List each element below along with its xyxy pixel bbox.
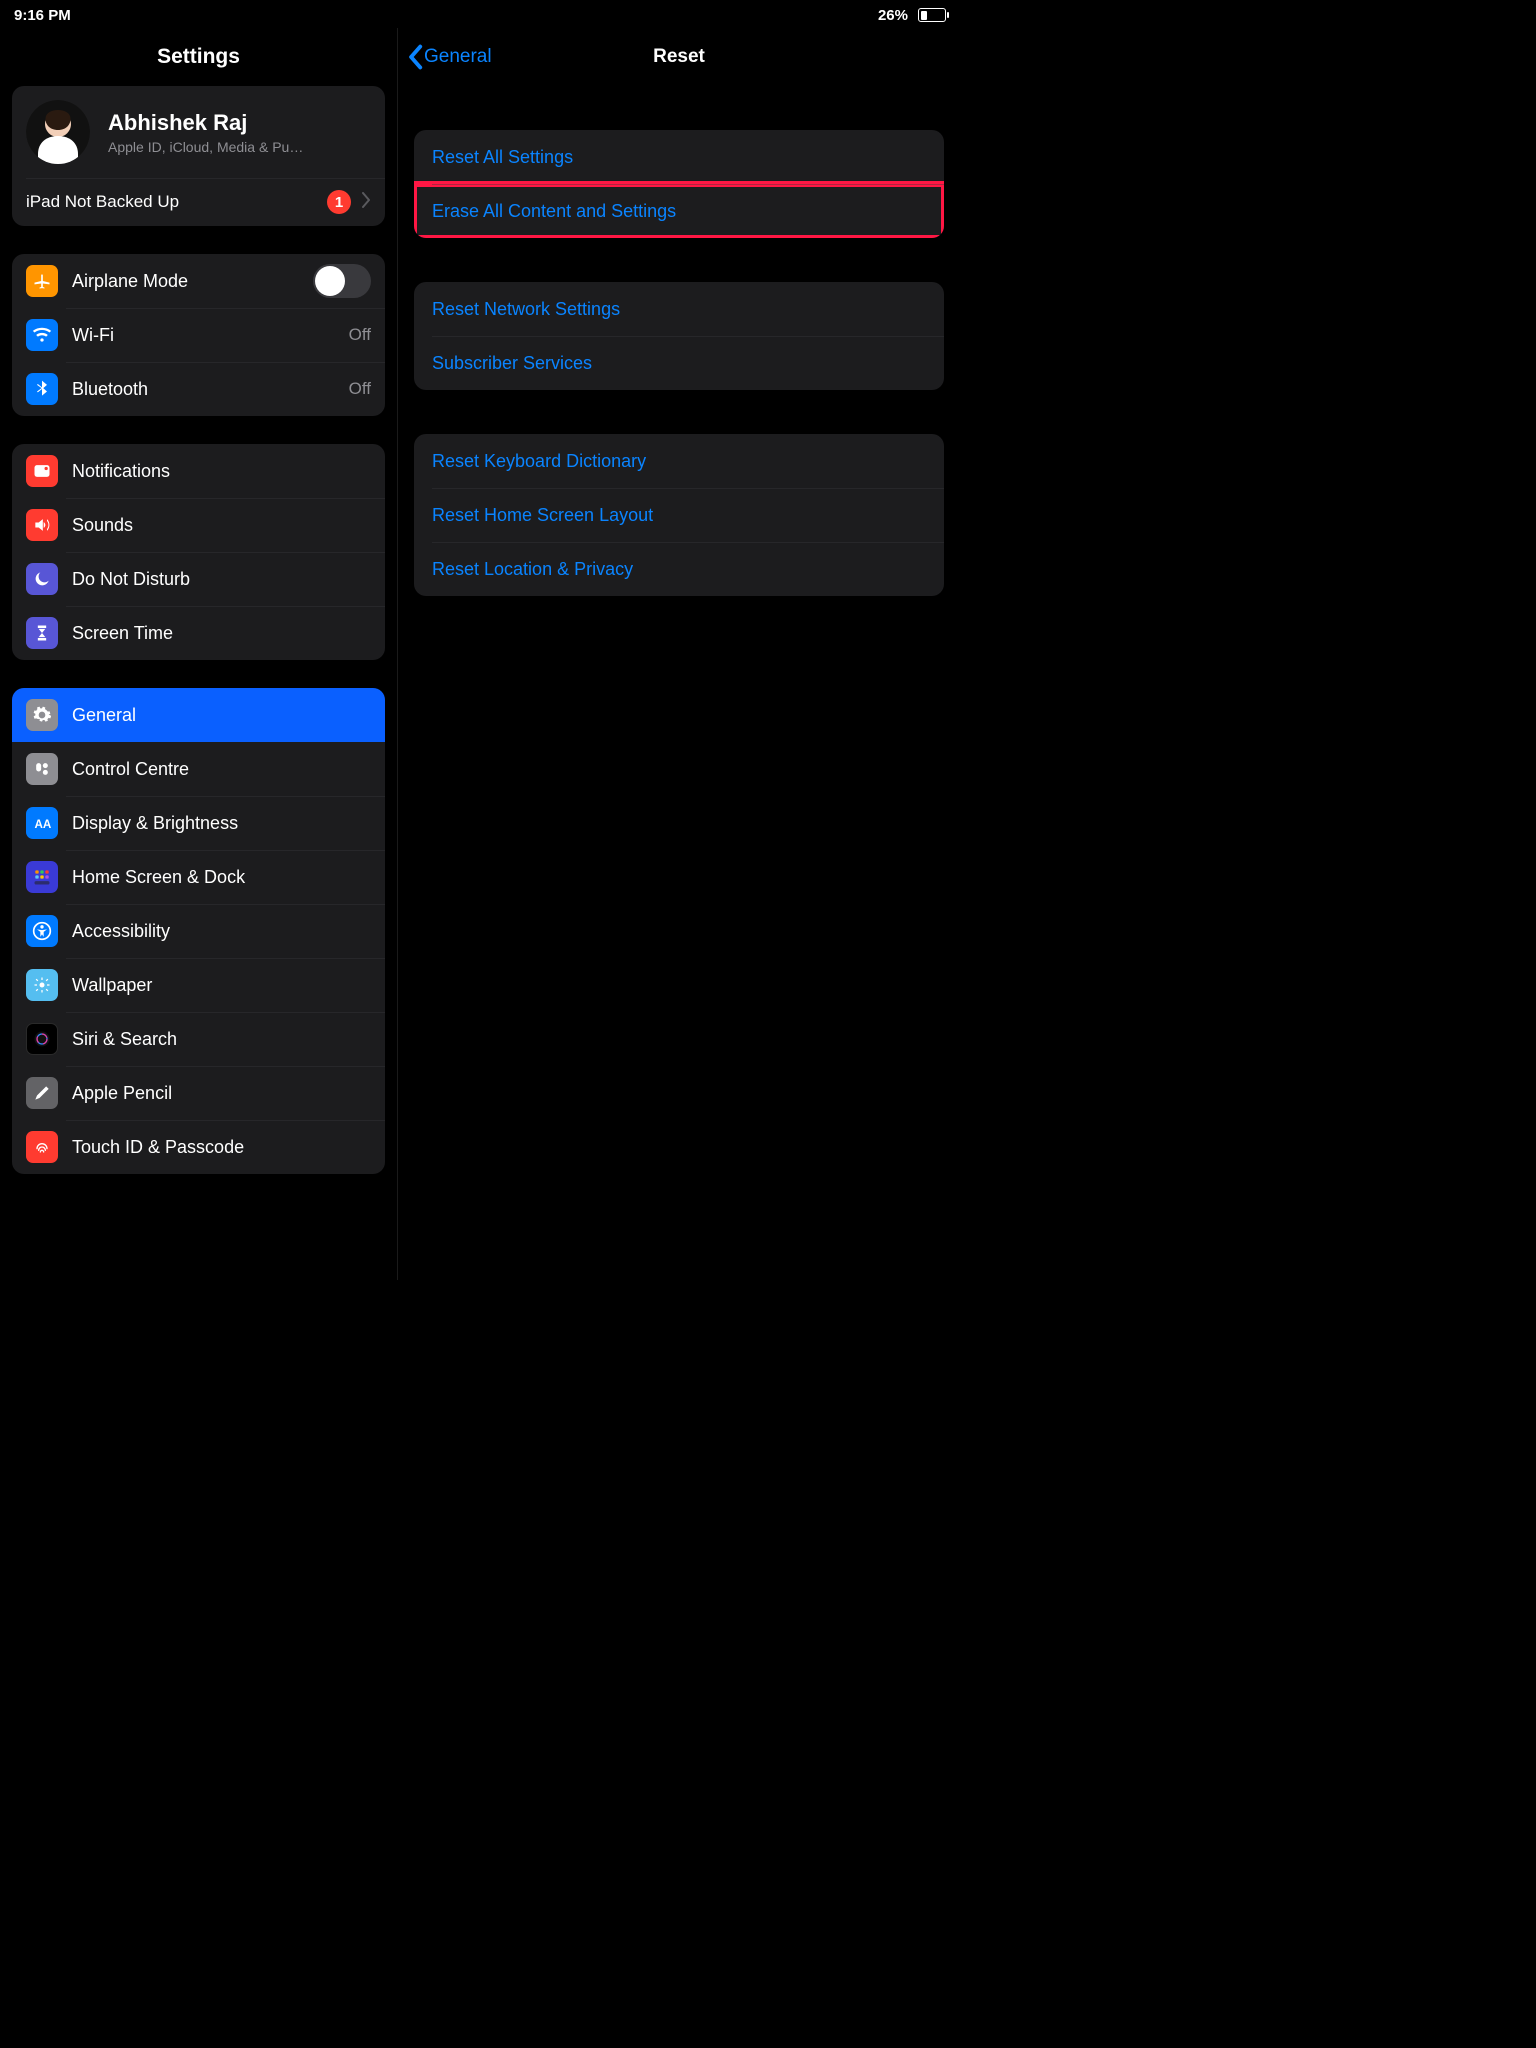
accessibility-icon (26, 915, 58, 947)
svg-text:AA: AA (35, 818, 52, 831)
sidebar-item-control[interactable]: Control Centre (12, 742, 385, 796)
sidebar-item-notifications[interactable]: Notifications (12, 444, 385, 498)
subscriber-label: Subscriber Services (432, 353, 592, 374)
accessibility-label: Accessibility (72, 921, 371, 942)
general-label: General (72, 705, 371, 726)
erase-all-label: Erase All Content and Settings (432, 201, 676, 222)
wallpaper-icon (26, 969, 58, 1001)
reset-keyboard[interactable]: Reset Keyboard Dictionary (414, 434, 944, 488)
appleid-row[interactable]: Abhishek Raj Apple ID, iCloud, Media & P… (12, 86, 385, 178)
sidebar-item-airplane[interactable]: Airplane Mode (12, 254, 385, 308)
sounds-icon (26, 509, 58, 541)
reset-network[interactable]: Reset Network Settings (414, 282, 944, 336)
bluetooth-value: Off (349, 379, 371, 399)
wifi-icon (26, 319, 58, 351)
reset-all-settings[interactable]: Reset All Settings (414, 130, 944, 184)
sidebar-item-accessibility[interactable]: Accessibility (12, 904, 385, 958)
sidebar-item-dnd[interactable]: Do Not Disturb (12, 552, 385, 606)
control-label: Control Centre (72, 759, 371, 780)
notifications-icon (26, 455, 58, 487)
touchid-label: Touch ID & Passcode (72, 1137, 371, 1158)
reset-network-label: Reset Network Settings (432, 299, 620, 320)
chevron-left-icon (406, 44, 424, 70)
display-icon: AA (26, 807, 58, 839)
backup-warning-label: iPad Not Backed Up (26, 192, 327, 212)
screentime-label: Screen Time (72, 623, 371, 644)
sidebar-item-wallpaper[interactable]: Wallpaper (12, 958, 385, 1012)
screentime-icon (26, 617, 58, 649)
detail-title: Reset (653, 46, 705, 68)
dnd-label: Do Not Disturb (72, 569, 371, 590)
airplane-label: Airplane Mode (72, 271, 313, 292)
battery-percent: 26% (878, 7, 908, 24)
gear-icon (26, 699, 58, 731)
touchid-icon (26, 1131, 58, 1163)
sidebar-item-display[interactable]: AA Display & Brightness (12, 796, 385, 850)
sidebar-item-pencil[interactable]: Apple Pencil (12, 1066, 385, 1120)
badge-count: 1 (327, 190, 351, 214)
sidebar-item-home[interactable]: Home Screen & Dock (12, 850, 385, 904)
airplane-toggle[interactable] (313, 264, 371, 298)
reset-location[interactable]: Reset Location & Privacy (414, 542, 944, 596)
detail-pane: General Reset Reset All Settings Erase A… (398, 28, 960, 1280)
back-button[interactable]: General (406, 44, 492, 70)
detail-group-1: Reset All Settings Erase All Content and… (414, 130, 944, 238)
sidebar-title: Settings (0, 28, 397, 86)
wallpaper-label: Wallpaper (72, 975, 371, 996)
avatar (26, 100, 90, 164)
status-bar: 9:16 PM 26% (0, 0, 960, 28)
sidebar-item-sounds[interactable]: Sounds (12, 498, 385, 552)
sidebar-item-touchid[interactable]: Touch ID & Passcode (12, 1120, 385, 1174)
sounds-label: Sounds (72, 515, 371, 536)
sidebar-item-siri[interactable]: Siri & Search (12, 1012, 385, 1066)
backup-warning-row[interactable]: iPad Not Backed Up 1 (12, 178, 385, 226)
wifi-value: Off (349, 325, 371, 345)
pencil-label: Apple Pencil (72, 1083, 371, 1104)
sidebar-group-alerts: Notifications Sounds Do Not Disturb Scre… (12, 444, 385, 660)
sidebar-item-wifi[interactable]: Wi-Fi Off (12, 308, 385, 362)
detail-group-3: Reset Keyboard Dictionary Reset Home Scr… (414, 434, 944, 596)
reset-keyboard-label: Reset Keyboard Dictionary (432, 451, 646, 472)
airplane-icon (26, 265, 58, 297)
sidebar-item-bluetooth[interactable]: Bluetooth Off (12, 362, 385, 416)
appleid-name: Abhishek Raj (108, 110, 303, 136)
back-label: General (424, 46, 492, 68)
siri-label: Siri & Search (72, 1029, 371, 1050)
reset-location-label: Reset Location & Privacy (432, 559, 633, 580)
chevron-right-icon (361, 192, 371, 213)
display-label: Display & Brightness (72, 813, 371, 834)
subscriber-services[interactable]: Subscriber Services (414, 336, 944, 390)
sidebar-item-screentime[interactable]: Screen Time (12, 606, 385, 660)
sidebar-group-connectivity: Airplane Mode Wi-Fi Off Bluetooth Off (12, 254, 385, 416)
siri-icon (26, 1023, 58, 1055)
appleid-card: Abhishek Raj Apple ID, iCloud, Media & P… (12, 86, 385, 226)
wifi-label: Wi-Fi (72, 325, 341, 346)
bluetooth-icon (26, 373, 58, 405)
pencil-icon (26, 1077, 58, 1109)
home-label: Home Screen & Dock (72, 867, 371, 888)
sidebar-group-general: General Control Centre AA Display & Brig… (12, 688, 385, 1174)
status-time: 9:16 PM (14, 7, 71, 24)
appleid-subtitle: Apple ID, iCloud, Media & Pu… (108, 139, 303, 155)
sidebar-item-general[interactable]: General (12, 688, 385, 742)
reset-all-label: Reset All Settings (432, 147, 573, 168)
home-screen-icon (26, 861, 58, 893)
reset-home-layout[interactable]: Reset Home Screen Layout (414, 488, 944, 542)
battery-icon (914, 8, 946, 22)
detail-header: General Reset (398, 28, 960, 86)
erase-all-content[interactable]: Erase All Content and Settings (414, 184, 944, 238)
detail-group-2: Reset Network Settings Subscriber Servic… (414, 282, 944, 390)
notifications-label: Notifications (72, 461, 371, 482)
settings-sidebar: Settings Abhishek Raj Apple ID, iCloud, … (0, 28, 398, 1280)
dnd-icon (26, 563, 58, 595)
control-centre-icon (26, 753, 58, 785)
reset-home-label: Reset Home Screen Layout (432, 505, 653, 526)
bluetooth-label: Bluetooth (72, 379, 341, 400)
